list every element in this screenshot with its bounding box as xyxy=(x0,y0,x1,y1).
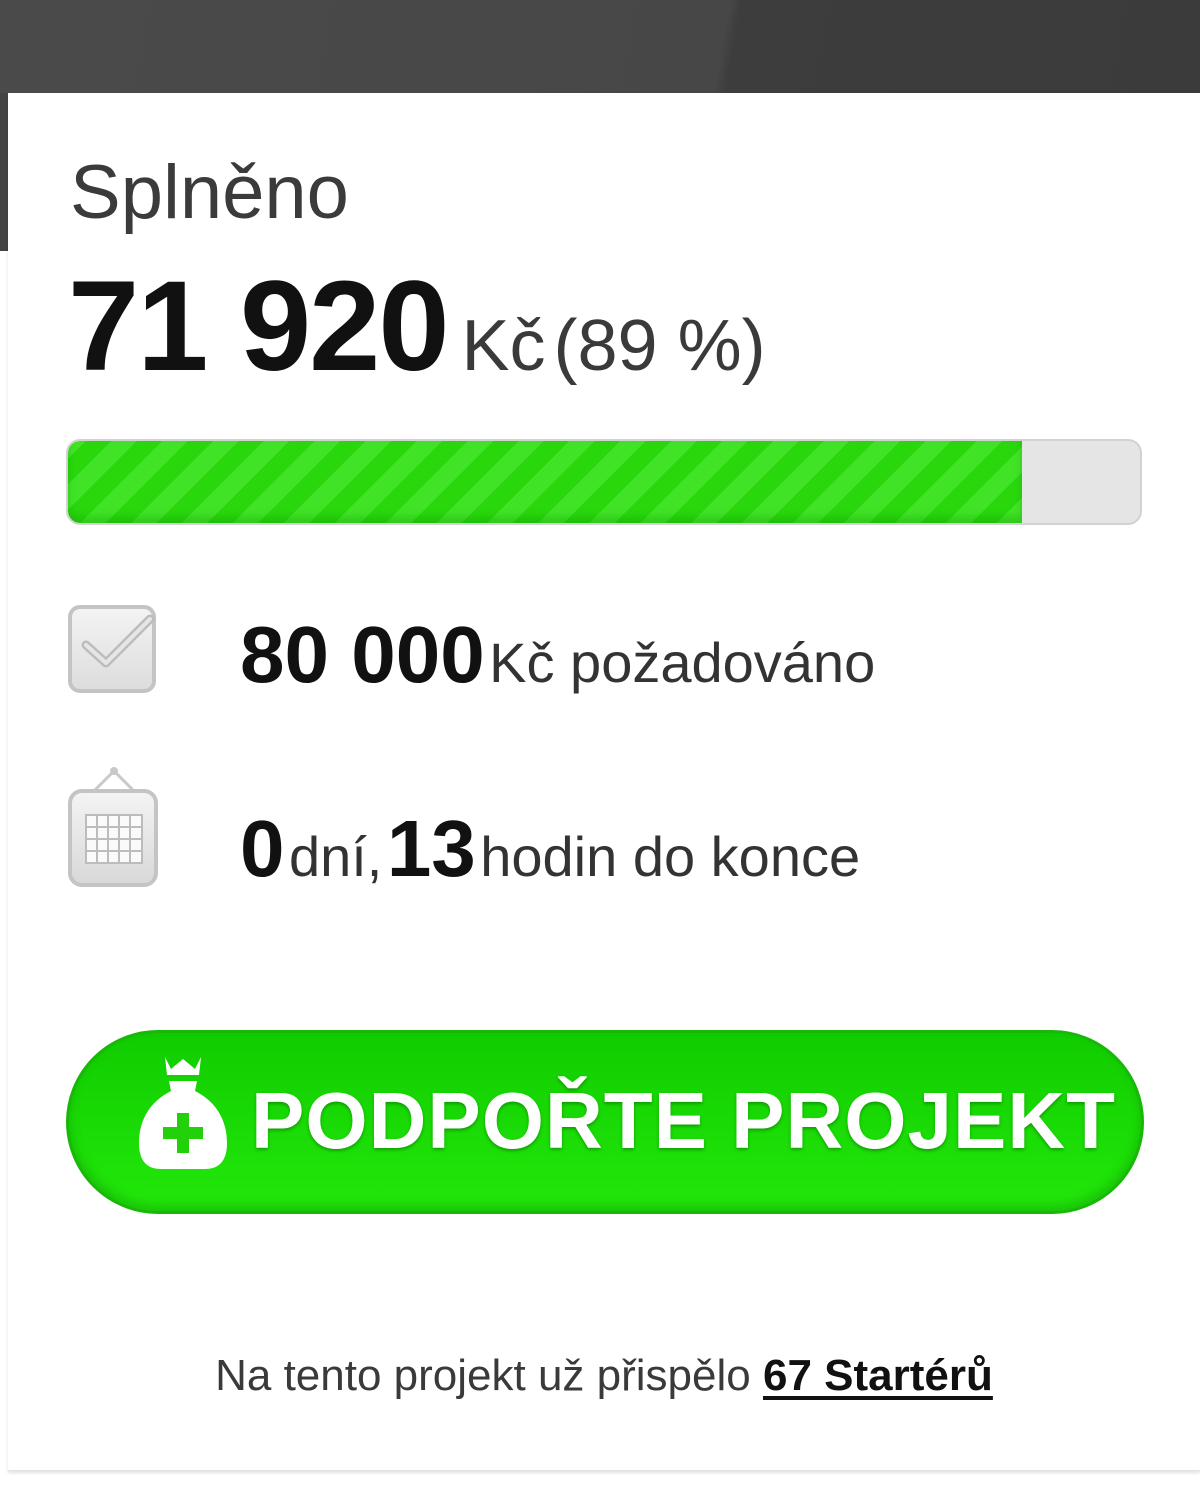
amount-row: 71 920 Kč (89 %) xyxy=(68,263,766,391)
funded-amount: 71 920 xyxy=(68,255,449,398)
funding-progress-bar xyxy=(66,439,1142,525)
support-project-label: PODPOŘTE PROJEKT xyxy=(251,1076,1117,1165)
goal-amount: 80 000 xyxy=(240,610,485,699)
backers-line: Na tento projekt už přispělo 67 Startérů xyxy=(8,1351,1200,1401)
days-label: dní, xyxy=(288,825,383,888)
time-left-text: 0 dní, 13 hodin do konce xyxy=(240,809,860,889)
funding-status-card: Splněno 71 920 Kč (89 %) 80 000 Kč požadov… xyxy=(8,93,1200,1471)
goal-text: 80 000 Kč požadováno xyxy=(240,615,875,695)
backers-link[interactable]: 67 Startérů xyxy=(763,1351,993,1400)
hours-label: hodin do konce xyxy=(480,825,861,888)
checkbox-icon xyxy=(68,605,156,693)
hours-value: 13 xyxy=(386,804,476,893)
support-project-button[interactable]: PODPOŘTE PROJEKT xyxy=(66,1030,1144,1214)
funded-percent: (89 %) xyxy=(553,306,766,386)
goal-suffix: Kč požadováno xyxy=(489,631,876,694)
top-bar xyxy=(0,0,1200,93)
sidebar-edge xyxy=(0,93,8,251)
days-value: 0 xyxy=(240,804,285,893)
backers-text: Na tento projekt už přispělo xyxy=(215,1351,751,1400)
calendar-icon xyxy=(68,767,158,887)
funded-currency: Kč xyxy=(461,306,546,386)
status-heading: Splněno xyxy=(70,150,349,235)
money-bag-plus-icon xyxy=(139,1057,227,1169)
funding-progress-fill xyxy=(68,441,1023,523)
